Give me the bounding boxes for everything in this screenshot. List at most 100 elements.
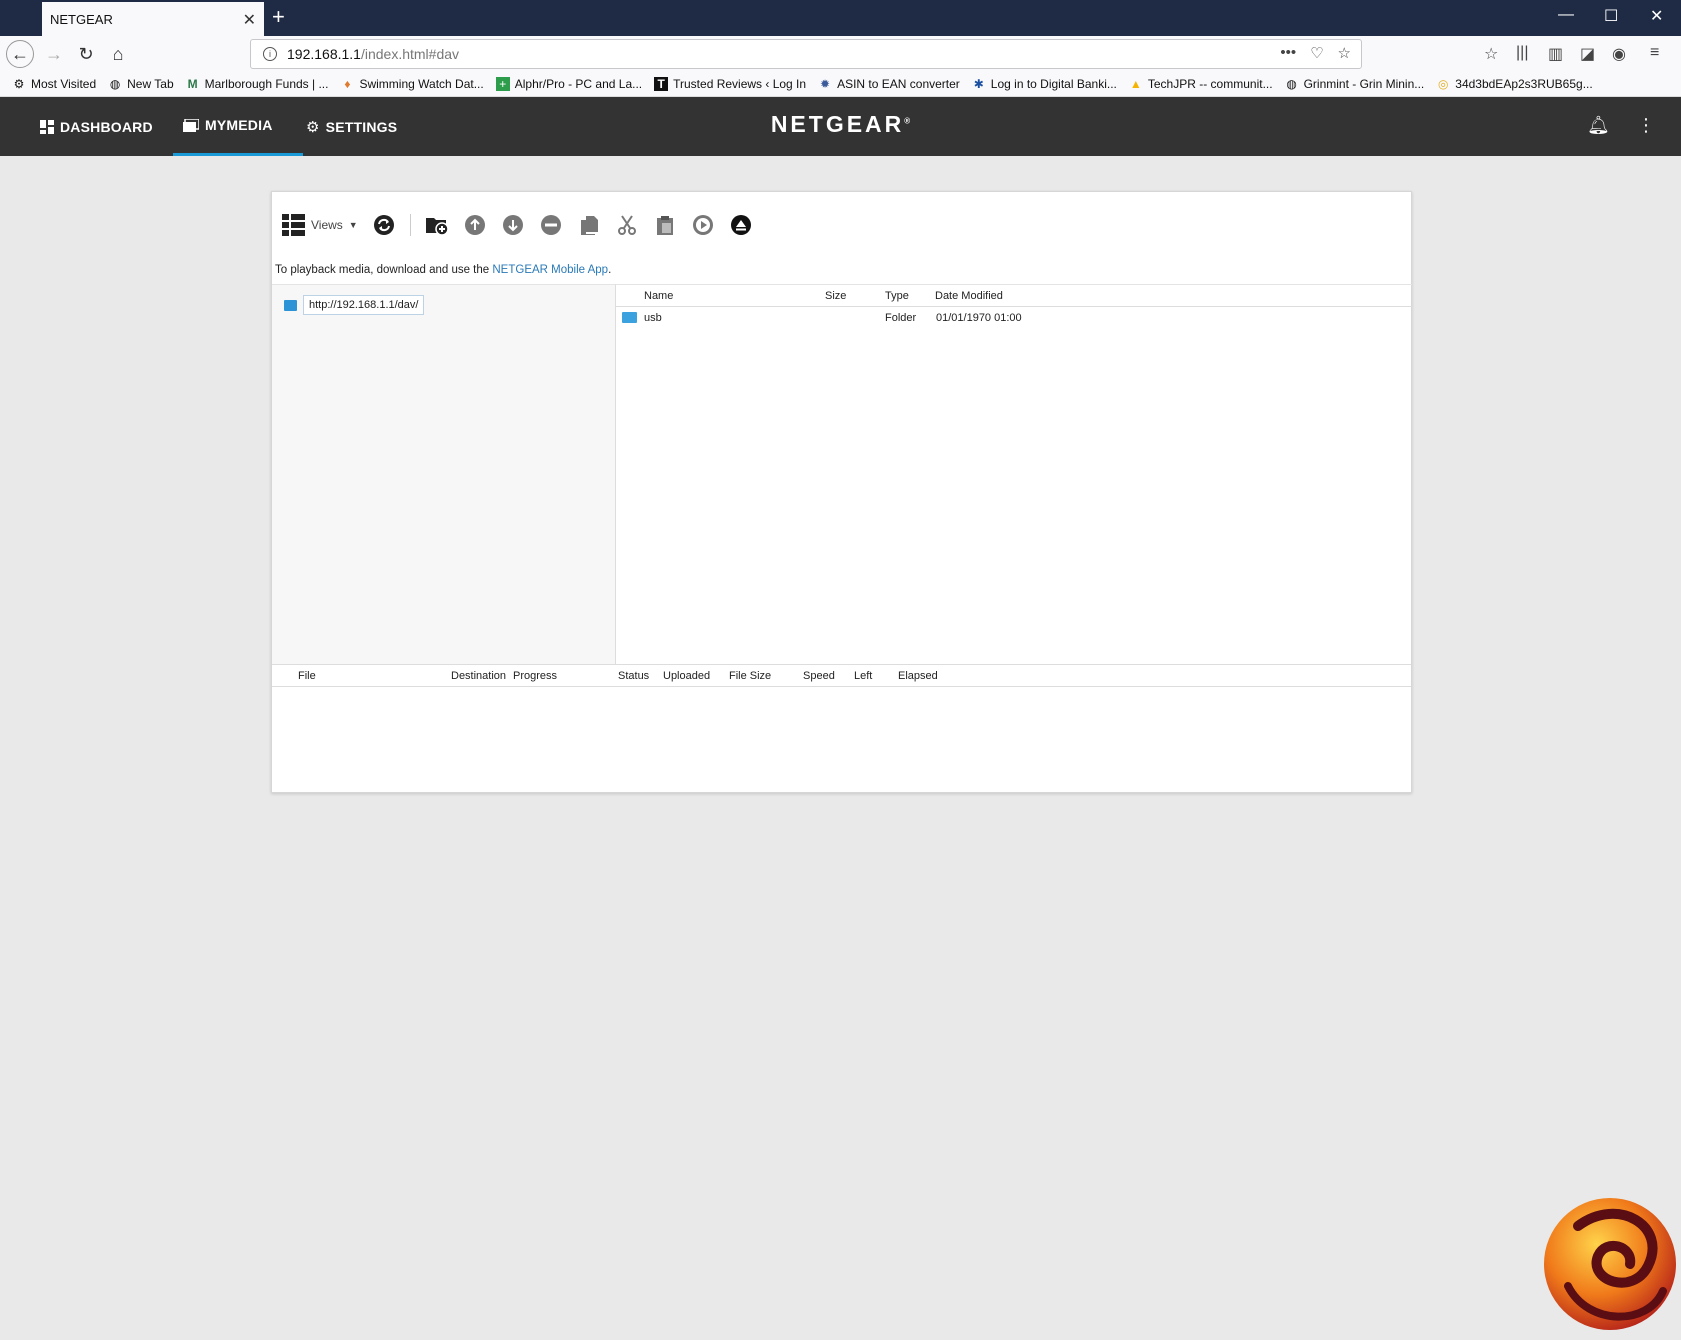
badge-icon: ✹ [820,77,831,91]
column-speed[interactable]: Speed [803,670,835,682]
copy-icon [580,216,598,235]
pin-icon: ♦ [344,77,351,91]
copy-button[interactable] [577,213,601,237]
column-status[interactable]: Status [618,670,649,682]
drive-icon: ▲ [1129,77,1142,91]
browser-nav-bar: ← → ↻ ⌂ i 192.168.1.1/index.html#dav •••… [0,36,1681,72]
refresh-button[interactable] [372,213,396,237]
column-date-modified[interactable]: Date Modified [935,290,1003,302]
bookmarks-bar: ⚙ Most Visited ◍ New Tab M Marlborough Fund… [0,72,1681,97]
bookmark-item[interactable]: + Alphr/Pro - PC and La... [495,77,642,91]
forward-icon[interactable]: → [40,40,68,68]
account-icon[interactable]: ◉ [1612,44,1626,64]
column-left[interactable]: Left [854,670,872,682]
bookmark-item[interactable]: ⚙ Most Visited [12,77,97,91]
toolbar: Views ▼ [272,192,1411,258]
window-close-icon[interactable]: ✕ [1650,6,1663,26]
new-tab-icon[interactable]: + [272,4,285,30]
toolbar-divider [409,214,411,236]
library-icon[interactable]: ||| [1516,44,1528,62]
eject-button[interactable] [729,213,753,237]
extension-icon[interactable]: ◪ [1580,44,1595,64]
column-destination[interactable]: Destination [451,670,506,682]
close-tab-icon[interactable]: ✕ [243,10,256,30]
back-icon[interactable]: ← [6,40,34,68]
bookmark-item[interactable]: ✱ Log in to Digital Banki... [972,77,1117,91]
download-button[interactable] [501,213,525,237]
column-file-size[interactable]: File Size [729,670,771,682]
column-size[interactable]: Size [825,290,846,302]
maximize-icon[interactable]: ☐ [1604,6,1618,26]
bookmark-item[interactable]: ◎ 34d3bdEAp2s3RUB65g... [1436,77,1593,91]
file-row[interactable]: usb Folder 01/01/1970 01:00 [616,307,1412,329]
upload-icon [464,215,485,235]
gear-icon: ⚙ [13,77,25,91]
app-header: DASHBOARD MYMEDIA ⚙ SETTINGS NETGEAR® 🔔︎… [0,97,1681,156]
upload-button[interactable] [463,213,487,237]
paste-icon [656,216,673,235]
page-actions-icon[interactable]: ••• [1280,44,1296,62]
coin-icon: ◎ [1438,77,1449,91]
column-type[interactable]: Type [885,290,909,302]
info-message: To playback media, download and use the … [275,264,612,276]
globe-icon: ◍ [1286,77,1297,91]
file-list: Name Size Type Date Modified usb Folder … [616,284,1412,664]
folder-tree: http://192.168.1.1/dav/ [272,284,616,664]
bookmark-item[interactable]: ✹ ASIN to EAN converter [818,77,960,91]
tab-title: NETGEAR [50,11,113,27]
column-uploaded[interactable]: Uploaded [663,670,710,682]
tree-root-node[interactable]: http://192.168.1.1/dav/ [284,295,425,315]
views-dropdown[interactable]: Views ▼ [282,214,358,236]
plus-logo-icon: + [495,77,510,91]
eject-icon [730,215,751,235]
menu-icon[interactable]: ≡ [1650,44,1659,62]
bookmark-item[interactable]: ♦ Swimming Watch Dat... [340,77,483,91]
bookmark-item[interactable]: ◍ New Tab [108,77,174,91]
url-path: /index.html#dav [360,46,460,62]
url-host: 192.168.1.1 [287,46,361,62]
file-name: usb [644,312,662,324]
paste-button[interactable] [653,213,677,237]
file-type: Folder [885,312,917,324]
url-bar[interactable]: i 192.168.1.1/index.html#dav ••• ♡ ☆ [250,39,1362,69]
delete-button[interactable] [539,213,563,237]
tree-root-label[interactable]: http://192.168.1.1/dav/ [303,295,425,315]
bookmark-item[interactable]: T Trusted Reviews ‹ Log In [654,77,806,91]
mobile-app-link[interactable]: NETGEAR Mobile App [492,264,608,276]
bookmark-item[interactable]: M Marlborough Funds | ... [186,77,329,91]
site-info-icon[interactable]: i [263,47,277,61]
new-folder-icon [425,218,449,236]
bell-icon[interactable]: 🔔︎ [1587,115,1610,136]
column-file[interactable]: File [298,670,316,682]
views-label: Views [311,218,343,232]
pocket-icon[interactable]: ♡ [1310,44,1323,62]
play-icon [692,215,713,235]
cut-button[interactable] [615,213,639,237]
browser-tab[interactable]: NETGEAR ✕ [42,2,264,36]
grid-view-icon [282,214,305,236]
sidebar-icon[interactable]: ▥ [1548,44,1563,64]
bookmark-item[interactable]: ▲ TechJPR -- communit... [1129,77,1273,91]
file-list-header: Name Size Type Date Modified [616,285,1412,307]
transfer-queue: File Destination Progress Status Uploade… [272,664,1411,794]
cut-icon [617,215,636,235]
caret-down-icon: ▼ [348,220,358,230]
play-button[interactable] [691,213,715,237]
reload-icon[interactable]: ↻ [72,40,100,68]
refresh-icon [373,215,394,235]
column-elapsed[interactable]: Elapsed [898,670,938,682]
column-progress[interactable]: Progress [513,670,557,682]
delete-icon [540,215,561,235]
new-folder-button[interactable] [425,213,449,237]
column-name[interactable]: Name [644,290,673,302]
bookmark-star-icon[interactable]: ☆ [1338,44,1351,62]
folder-icon [284,299,297,311]
reading-list-icon[interactable]: ☆ [1484,44,1498,64]
publisher-logo-icon [1544,1198,1676,1330]
home-icon[interactable]: ⌂ [104,40,132,68]
m-logo-icon: M [187,77,198,91]
more-options-icon[interactable]: ⋮ [1637,115,1655,136]
bookmark-item[interactable]: ◍ Grinmint - Grin Minin... [1285,77,1424,91]
minimize-icon[interactable]: — [1558,6,1574,24]
file-manager-panel: Views ▼ To playback media, download and … [271,191,1412,793]
